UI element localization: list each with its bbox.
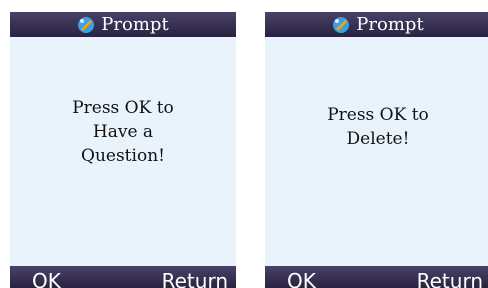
softkey-bar: OK Return bbox=[10, 266, 236, 288]
dialog-title: Prompt bbox=[101, 13, 169, 35]
softkey-bar: OK Return bbox=[265, 266, 488, 288]
message-line: Delete! bbox=[346, 129, 410, 149]
dialog-titlebar: Prompt bbox=[265, 12, 488, 37]
prompt-dialog-question: Prompt Press OK to Have a Question! OK R… bbox=[10, 12, 236, 288]
prompt-icon bbox=[332, 16, 350, 34]
return-softkey[interactable]: Return bbox=[417, 270, 483, 288]
dialog-message: Press OK to Have a Question! bbox=[10, 96, 236, 168]
ok-softkey[interactable]: OK bbox=[32, 270, 61, 288]
ok-softkey[interactable]: OK bbox=[287, 270, 316, 288]
dialog-message: Press OK to Delete! bbox=[265, 103, 488, 151]
dialog-title: Prompt bbox=[356, 13, 424, 35]
message-line: Question! bbox=[81, 146, 165, 166]
message-line: Have a bbox=[92, 122, 154, 142]
message-line: Press OK to bbox=[327, 105, 429, 125]
return-softkey[interactable]: Return bbox=[162, 270, 228, 288]
dialog-titlebar: Prompt bbox=[10, 12, 236, 37]
prompt-dialog-delete: Prompt Press OK to Delete! OK Return bbox=[265, 12, 488, 288]
prompt-icon bbox=[77, 16, 95, 34]
message-line: Press OK to bbox=[72, 98, 174, 118]
